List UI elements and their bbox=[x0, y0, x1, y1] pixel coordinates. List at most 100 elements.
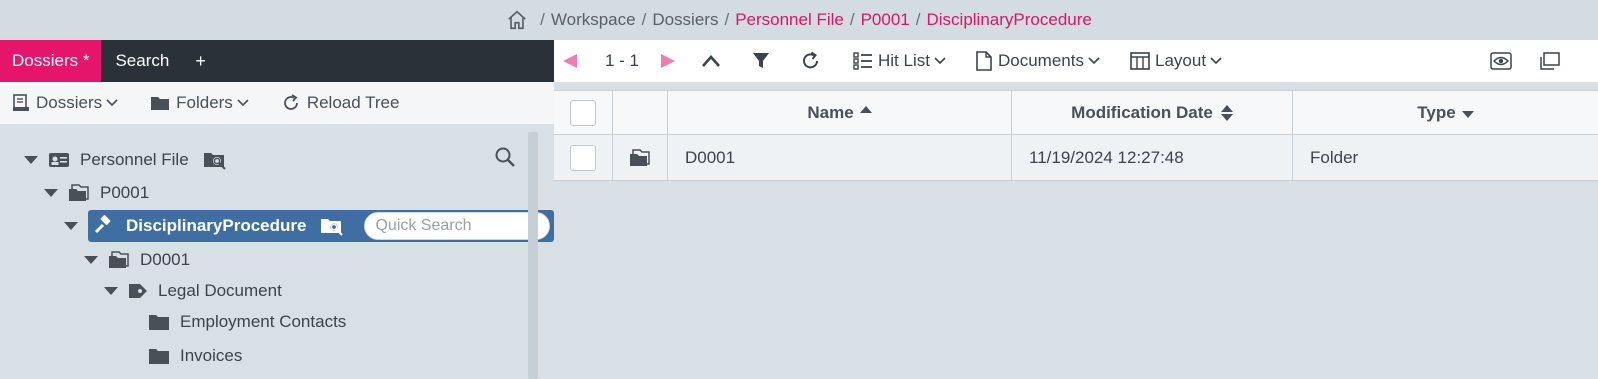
tree-node-p0001[interactable]: P0001 bbox=[44, 183, 149, 203]
chevron-down-icon bbox=[934, 57, 946, 65]
chevron-down-icon bbox=[106, 99, 118, 107]
add-tab-button[interactable]: + bbox=[183, 40, 218, 82]
tag-icon bbox=[129, 284, 147, 298]
chevron-up-icon[interactable] bbox=[701, 53, 721, 69]
tree-node-label: DisciplinaryProcedure bbox=[126, 216, 307, 235]
folder-search-icon[interactable] bbox=[320, 216, 344, 236]
sort-icon bbox=[1220, 104, 1233, 121]
folder-icon bbox=[149, 349, 169, 364]
expand-caret-icon[interactable] bbox=[24, 156, 38, 164]
tree-node-label: Personnel File bbox=[80, 150, 189, 169]
selected-tree-item[interactable]: DisciplinaryProcedure bbox=[88, 210, 555, 242]
quick-search-input[interactable] bbox=[364, 212, 551, 240]
dossier-folder-icon bbox=[109, 251, 129, 268]
tree-node-label: Invoices bbox=[180, 346, 243, 365]
folders-menu-label: Folders bbox=[176, 93, 233, 112]
folders-menu-button[interactable]: Folders bbox=[150, 93, 255, 113]
column-header-type[interactable]: Type bbox=[1293, 91, 1598, 134]
breadcrumb: / Workspace / Dossiers / Personnel File … bbox=[0, 0, 1598, 40]
select-all-checkbox[interactable] bbox=[570, 99, 596, 126]
column-header-name[interactable]: Name bbox=[668, 91, 1012, 134]
header-icon-cell bbox=[613, 91, 668, 134]
dossier-stack-icon bbox=[13, 94, 29, 111]
breadcrumb-separator: / bbox=[849, 10, 855, 29]
breadcrumb-separator: / bbox=[540, 10, 545, 29]
tab-search[interactable]: Search bbox=[101, 40, 183, 82]
search-icon[interactable] bbox=[494, 146, 516, 168]
id-card-icon bbox=[49, 153, 69, 167]
breadcrumb-personnel-file[interactable]: Personnel File bbox=[735, 10, 844, 30]
tree-node-label: P0001 bbox=[100, 183, 150, 202]
right-panel: 1 - 1 Hit List Documents Layout Name Mod… bbox=[554, 40, 1598, 379]
preview-eye-icon[interactable] bbox=[1490, 52, 1512, 70]
chevron-down-icon bbox=[237, 99, 249, 107]
column-header-label: Modification Date bbox=[1071, 102, 1213, 122]
documents-label: Documents bbox=[998, 51, 1084, 70]
cell-modification-date: 11/19/2024 12:27:48 bbox=[1012, 135, 1293, 180]
tree-scrollbar[interactable] bbox=[528, 132, 538, 379]
gavel-icon bbox=[94, 215, 111, 234]
home-icon[interactable] bbox=[506, 9, 528, 31]
chevron-down-icon bbox=[1088, 57, 1100, 65]
chevron-down-icon bbox=[1210, 57, 1222, 65]
hit-list-label: Hit List bbox=[878, 51, 930, 70]
expand-caret-icon[interactable] bbox=[64, 222, 78, 230]
row-select-cell bbox=[554, 135, 613, 180]
breadcrumb-separator: / bbox=[915, 10, 921, 29]
header-select-cell bbox=[554, 91, 613, 134]
row-checkbox[interactable] bbox=[570, 144, 596, 171]
tree-node-label: Employment Contacts bbox=[180, 312, 347, 331]
grid-header: Name Modification Date Type bbox=[554, 90, 1598, 135]
dossiers-menu-button[interactable]: Dossiers bbox=[12, 93, 124, 113]
expand-caret-icon[interactable] bbox=[104, 287, 118, 295]
folder-icon bbox=[149, 315, 169, 330]
hit-list-menu-button[interactable]: Hit List bbox=[853, 40, 951, 82]
cell-type: Folder bbox=[1310, 147, 1359, 167]
table-row[interactable]: D0001 11/19/2024 12:27:48 Folder bbox=[554, 135, 1598, 181]
tree-node-legal-document[interactable]: Legal Document bbox=[104, 281, 282, 301]
filter-icon[interactable] bbox=[752, 52, 770, 70]
left-panel: Dossiers * Search + Dossiers Folders Rel bbox=[0, 40, 555, 379]
breadcrumb-current[interactable]: DisciplinaryProcedure bbox=[927, 10, 1092, 30]
next-page-icon[interactable] bbox=[660, 53, 676, 69]
result-range: 1 - 1 bbox=[605, 51, 640, 70]
sort-ascending-icon bbox=[859, 106, 872, 113]
documents-menu-button[interactable]: Documents bbox=[975, 40, 1105, 82]
breadcrumb-dossiers[interactable]: Dossiers bbox=[652, 10, 718, 30]
tree-node-d0001[interactable]: D0001 bbox=[84, 250, 190, 270]
breadcrumb-p0001[interactable]: P0001 bbox=[861, 10, 910, 30]
cell-name: D0001 bbox=[668, 135, 1012, 180]
reload-tree-button[interactable]: Reload Tree bbox=[281, 93, 400, 113]
hit-list-grid: Name Modification Date Type D0001 11/19/… bbox=[554, 90, 1598, 181]
document-icon bbox=[976, 51, 992, 71]
layout-menu-button[interactable]: Layout bbox=[1130, 40, 1227, 82]
sort-descending-icon bbox=[1461, 111, 1474, 118]
tree-node-employment-contacts[interactable]: Employment Contacts bbox=[148, 312, 346, 332]
hit-list-toolbar: 1 - 1 Hit List Documents Layout bbox=[554, 40, 1598, 82]
expand-caret-icon[interactable] bbox=[44, 189, 58, 197]
column-header-label: Type bbox=[1417, 102, 1456, 122]
tab-dossiers[interactable]: Dossiers * bbox=[0, 40, 102, 82]
tree-node-invoices[interactable]: Invoices bbox=[148, 346, 242, 366]
refresh-icon[interactable] bbox=[801, 51, 821, 71]
breadcrumb-workspace[interactable]: Workspace bbox=[551, 10, 636, 30]
folder-search-icon[interactable] bbox=[203, 150, 227, 170]
tree-node-personnel-file[interactable]: Personnel File bbox=[24, 150, 237, 170]
layout-label: Layout bbox=[1155, 51, 1207, 70]
expand-caret-icon[interactable] bbox=[84, 256, 98, 264]
list-icon bbox=[853, 52, 872, 70]
column-header-modification-date[interactable]: Modification Date bbox=[1012, 91, 1293, 134]
tree-node-disciplinary-procedure[interactable]: DisciplinaryProcedure bbox=[64, 210, 555, 242]
folder-icon bbox=[151, 97, 170, 110]
breadcrumb-separator: / bbox=[641, 10, 647, 29]
tab-bar: Dossiers * Search + bbox=[0, 40, 554, 82]
open-window-icon[interactable] bbox=[1538, 52, 1560, 70]
tree-toolbar: Dossiers Folders Reload Tree bbox=[0, 82, 554, 124]
dossiers-menu-label: Dossiers bbox=[36, 93, 103, 112]
dossier-folder-icon bbox=[69, 184, 89, 201]
reload-tree-label: Reload Tree bbox=[306, 93, 400, 112]
previous-page-icon[interactable] bbox=[562, 53, 578, 69]
layout-columns-icon bbox=[1130, 52, 1150, 70]
breadcrumb-separator: / bbox=[724, 10, 730, 29]
dossier-tree: Personnel File P0001 DisciplinaryProcedu… bbox=[0, 124, 555, 379]
